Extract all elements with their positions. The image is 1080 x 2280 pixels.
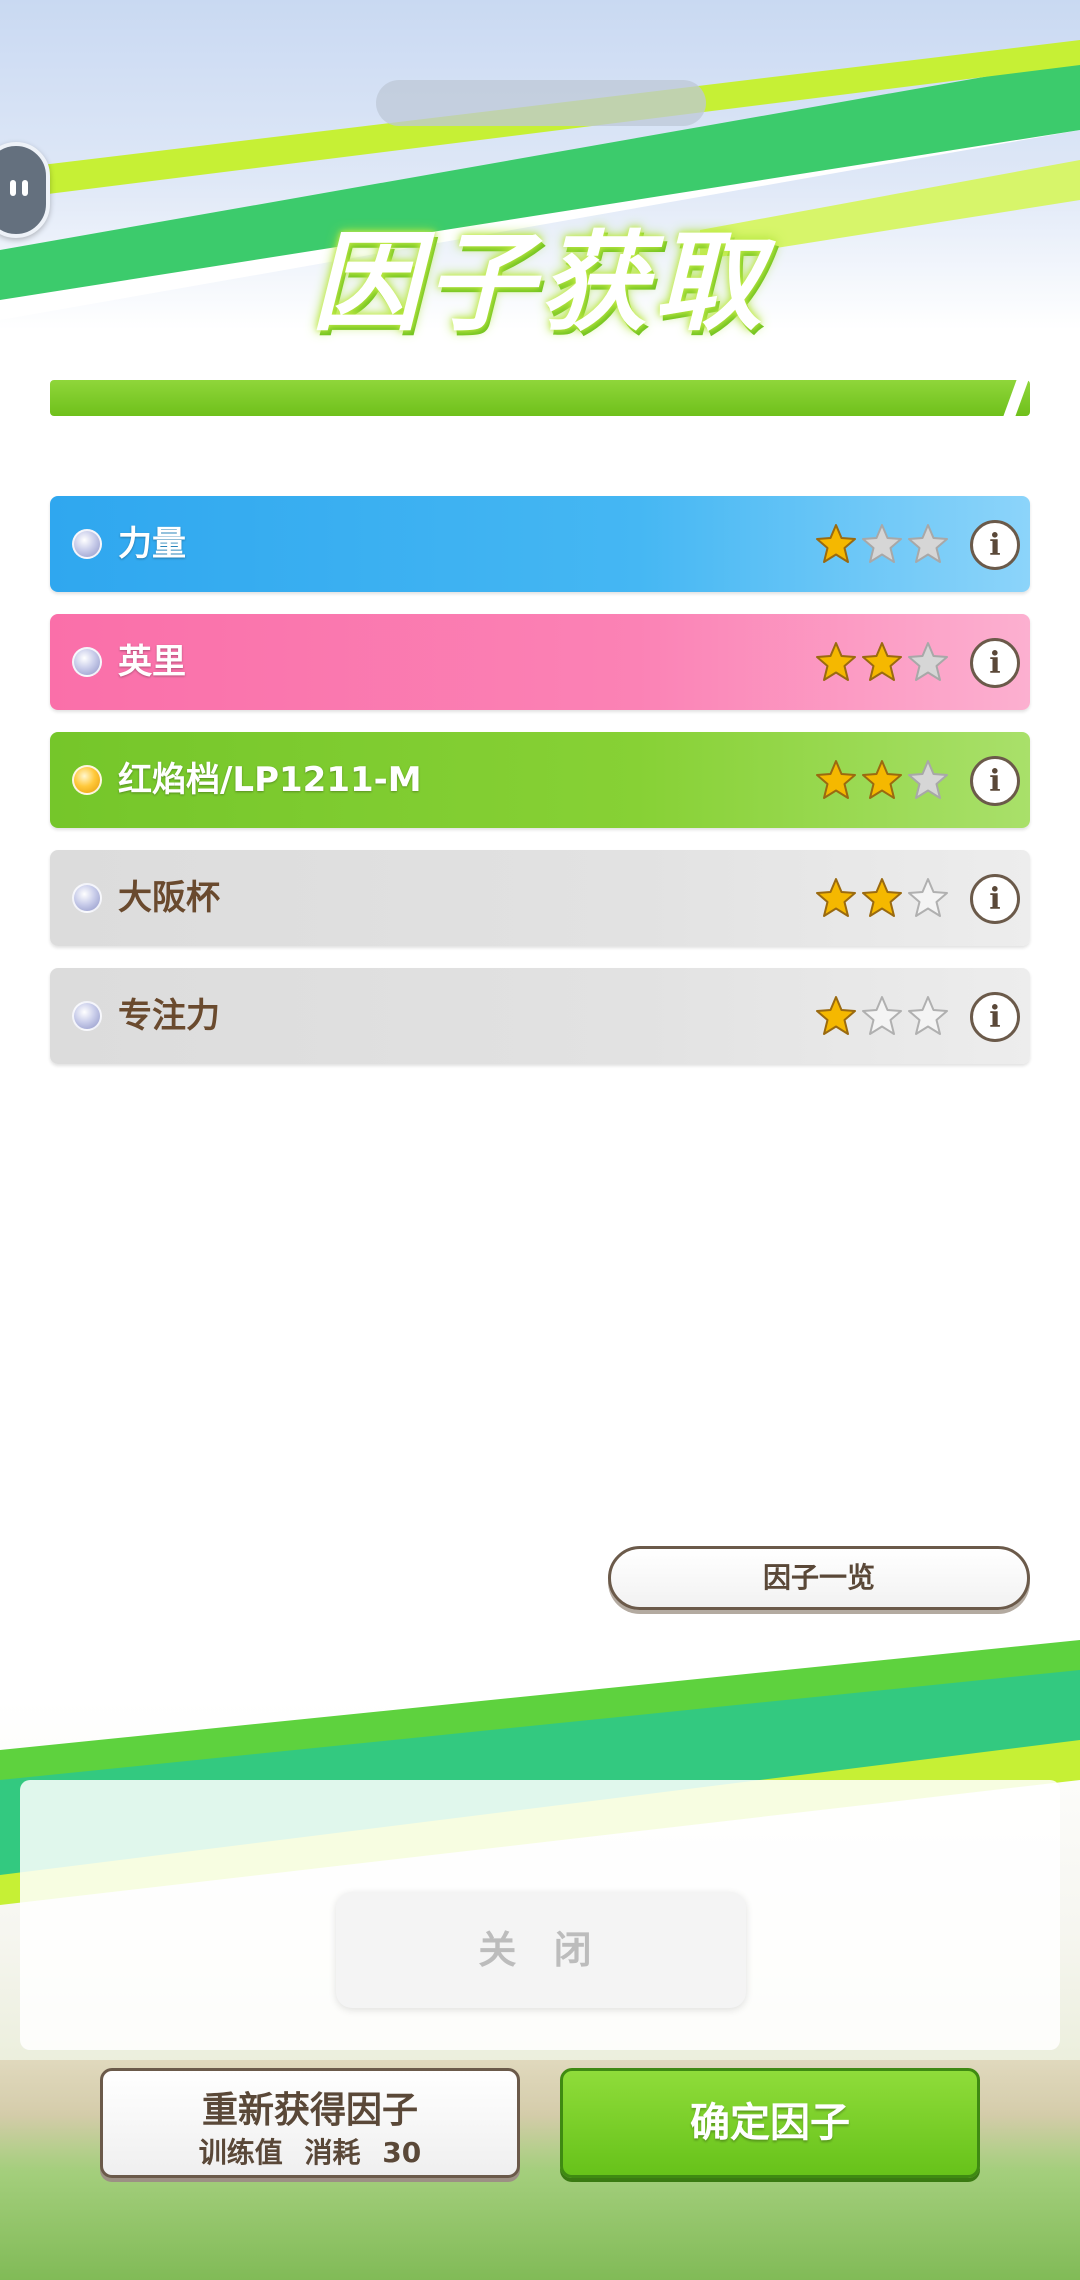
factor-list: 力量 i 英里 i 红焰档/LP1211-M i 大阪杯 i 专注力 i	[50, 496, 1030, 1086]
factor-row: 专注力 i	[50, 968, 1030, 1064]
factor-name: 大阪杯	[118, 878, 220, 918]
factor-name: 力量	[118, 524, 186, 564]
star-empty-icon	[862, 524, 902, 563]
regenerate-factor-button[interactable]: 重新获得因子 训练值 消耗 30	[100, 2068, 520, 2178]
star-filled-icon	[816, 760, 856, 799]
page-title: 因子获取	[311, 221, 768, 346]
factor-row: 英里 i	[50, 614, 1030, 710]
star-filled-icon	[816, 878, 856, 917]
star-filled-icon	[816, 524, 856, 563]
info-button[interactable]: i	[970, 520, 1020, 570]
regenerate-cost: 训练值 消耗 30	[103, 2131, 517, 2171]
background-close-button: 关 闭	[336, 1892, 746, 2008]
factor-name: 英里	[118, 642, 186, 682]
factor-row: 大阪杯 i	[50, 850, 1030, 946]
star-empty-icon	[862, 996, 902, 1035]
info-button[interactable]: i	[970, 992, 1020, 1042]
star-filled-icon	[816, 642, 856, 681]
factor-orb-icon	[72, 647, 102, 677]
cost-value: 30	[382, 2136, 422, 2169]
factor-name: 专注力	[118, 996, 220, 1036]
status-pill	[376, 80, 706, 126]
factor-orb-icon	[72, 883, 102, 913]
factor-orb-icon	[72, 1001, 102, 1031]
star-empty-icon	[908, 642, 948, 681]
star-empty-icon	[908, 996, 948, 1035]
star-filled-icon	[816, 996, 856, 1035]
confirm-factor-button[interactable]: 确定因子	[560, 2068, 980, 2178]
factor-orb-icon	[72, 529, 102, 559]
star-rating	[814, 994, 950, 1038]
regenerate-title: 重新获得因子	[201, 2090, 418, 2131]
factor-orb-icon	[72, 765, 102, 795]
factor-row: 红焰档/LP1211-M i	[50, 732, 1030, 828]
cost-action: 消耗	[304, 2136, 361, 2169]
star-rating	[814, 522, 950, 566]
floating-menu-button[interactable]	[0, 142, 50, 238]
star-rating	[814, 640, 950, 684]
star-rating	[814, 876, 950, 920]
star-empty-icon	[908, 524, 948, 563]
cost-label: 训练值	[198, 2136, 283, 2169]
star-filled-icon	[862, 760, 902, 799]
factor-name: 红焰档/LP1211-M	[118, 760, 422, 800]
star-empty-icon	[908, 878, 948, 917]
star-rating	[814, 758, 950, 802]
star-filled-icon	[862, 878, 902, 917]
factor-row: 力量 i	[50, 496, 1030, 592]
info-button[interactable]: i	[970, 638, 1020, 688]
factor-list-button[interactable]: 因子一览	[608, 1546, 1030, 1610]
info-button[interactable]: i	[970, 874, 1020, 924]
star-filled-icon	[862, 642, 902, 681]
star-empty-icon	[908, 760, 948, 799]
info-button[interactable]: i	[970, 756, 1020, 806]
pause-icon	[10, 180, 34, 200]
title-underline-bar	[50, 380, 1030, 416]
